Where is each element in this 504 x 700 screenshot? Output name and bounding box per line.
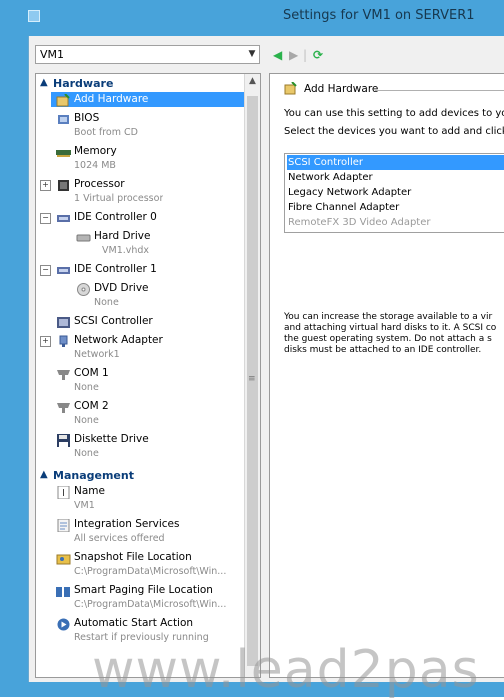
chevron-down-icon: ▼ bbox=[248, 49, 256, 59]
settings-client-area: VM1 ▼ ◀ ▶ | ⟳ ▲ Hardware Add Hardware BI… bbox=[28, 36, 504, 682]
integration-services-icon bbox=[57, 519, 70, 532]
tree-scrollbar[interactable]: ▲ ≡ bbox=[244, 74, 260, 677]
diskette-icon bbox=[57, 434, 70, 447]
window-icon bbox=[28, 10, 40, 22]
details-intro: You can use this setting to add devices … bbox=[284, 108, 504, 119]
collapse-icon[interactable]: − bbox=[40, 265, 51, 276]
refresh-icon[interactable]: ⟳ bbox=[313, 46, 323, 64]
automatic-start-icon bbox=[57, 618, 70, 631]
title-divider bbox=[375, 90, 504, 91]
section-management[interactable]: ▲ Management bbox=[36, 469, 245, 484]
snapshot-icon bbox=[56, 554, 71, 565]
processor-icon bbox=[58, 180, 69, 191]
device-option-scsi-controller[interactable]: SCSI Controller bbox=[287, 155, 504, 170]
tree-item-com1[interactable]: COM 1 None bbox=[36, 367, 245, 399]
ide-controller-icon bbox=[57, 215, 70, 222]
tree-item-hard-drive[interactable]: Hard Drive VM1.vhdx bbox=[36, 230, 245, 262]
com-port-icon bbox=[57, 403, 70, 413]
device-option-legacy-network-adapter[interactable]: Legacy Network Adapter bbox=[287, 185, 504, 200]
tree-item-bios[interactable]: BIOS Boot from CD bbox=[36, 112, 245, 144]
collapse-icon[interactable]: − bbox=[40, 213, 51, 224]
ide-controller-icon bbox=[57, 267, 70, 274]
add-hardware-icon bbox=[284, 82, 297, 95]
details-pane: Add Hardware You can use this setting to… bbox=[269, 73, 504, 678]
tree-item-diskette-drive[interactable]: Diskette Drive None bbox=[36, 433, 245, 465]
device-list[interactable]: SCSI Controller Network Adapter Legacy N… bbox=[284, 153, 504, 233]
description-line: disks must be attached to an IDE control… bbox=[284, 345, 482, 355]
smart-paging-icon bbox=[56, 587, 70, 597]
watermark-text: www.lead2pas bbox=[92, 640, 480, 700]
scroll-up-icon[interactable]: ▲ bbox=[245, 74, 260, 89]
settings-tree: ▲ Hardware Add Hardware BIOS Boot from C… bbox=[35, 73, 261, 678]
bios-chip-icon bbox=[58, 115, 69, 124]
tree-item-smart-paging-file-location[interactable]: Smart Paging File Location C:\ProgramDat… bbox=[36, 584, 245, 616]
description-line: and attaching virtual hard disks to it. … bbox=[284, 323, 497, 333]
back-arrow-icon[interactable]: ◀ bbox=[273, 46, 282, 64]
select-devices-prompt: Select the devices you want to add and c… bbox=[284, 126, 504, 137]
description-line: the guest operating system. Do not attac… bbox=[284, 334, 492, 344]
add-hardware-icon bbox=[56, 94, 70, 107]
tree-item-processor[interactable]: + Processor 1 Virtual processor bbox=[36, 178, 245, 210]
window-title: Settings for VM1 on SERVER1 bbox=[283, 8, 475, 23]
tree-item-memory[interactable]: Memory 1024 MB bbox=[36, 145, 245, 177]
nav-separator: | bbox=[303, 48, 308, 62]
forward-arrow-icon[interactable]: ▶ bbox=[289, 46, 298, 64]
com-port-icon bbox=[57, 370, 70, 380]
navigation-bar: ◀ ▶ | ⟳ bbox=[273, 46, 393, 64]
description-line: You can increase the storage available t… bbox=[284, 312, 493, 322]
hard-drive-icon bbox=[76, 234, 91, 242]
tree-item-com2[interactable]: COM 2 None bbox=[36, 400, 245, 432]
memory-icon bbox=[56, 150, 71, 157]
device-option-network-adapter[interactable]: Network Adapter bbox=[287, 170, 504, 185]
tree-item-name[interactable]: Name VM1 bbox=[36, 485, 245, 517]
scrollbar-grip-icon: ≡ bbox=[248, 374, 256, 384]
network-adapter-icon bbox=[59, 335, 68, 347]
expand-icon[interactable]: + bbox=[40, 336, 51, 347]
device-option-remotefx-adapter: RemoteFX 3D Video Adapter bbox=[288, 217, 431, 228]
settings-window: Settings for VM1 on SERVER1 VM1 ▼ ◀ ▶ | … bbox=[0, 0, 504, 700]
title-bar: Settings for VM1 on SERVER1 bbox=[0, 0, 504, 34]
vm-selector[interactable]: VM1 ▼ bbox=[35, 45, 260, 64]
vm-selector-value: VM1 bbox=[40, 48, 65, 61]
name-icon bbox=[57, 486, 70, 499]
tree-item-integration-services[interactable]: Integration Services All services offere… bbox=[36, 518, 245, 550]
scsi-controller-icon bbox=[57, 317, 70, 328]
tree-item-network-adapter[interactable]: + Network Adapter Network1 bbox=[36, 334, 245, 366]
device-option-fibre-channel-adapter[interactable]: Fibre Channel Adapter bbox=[287, 200, 504, 215]
collapse-section-icon: ▲ bbox=[40, 77, 48, 88]
collapse-section-icon: ▲ bbox=[40, 469, 48, 480]
expand-icon[interactable]: + bbox=[40, 180, 51, 191]
tree-item-dvd-drive[interactable]: DVD Drive None bbox=[36, 282, 245, 314]
tree-item-snapshot-file-location[interactable]: Snapshot File Location C:\ProgramData\Mi… bbox=[36, 551, 245, 583]
dvd-drive-icon bbox=[77, 283, 90, 296]
details-title: Add Hardware bbox=[304, 83, 379, 95]
section-hardware[interactable]: ▲ Hardware bbox=[36, 77, 245, 92]
